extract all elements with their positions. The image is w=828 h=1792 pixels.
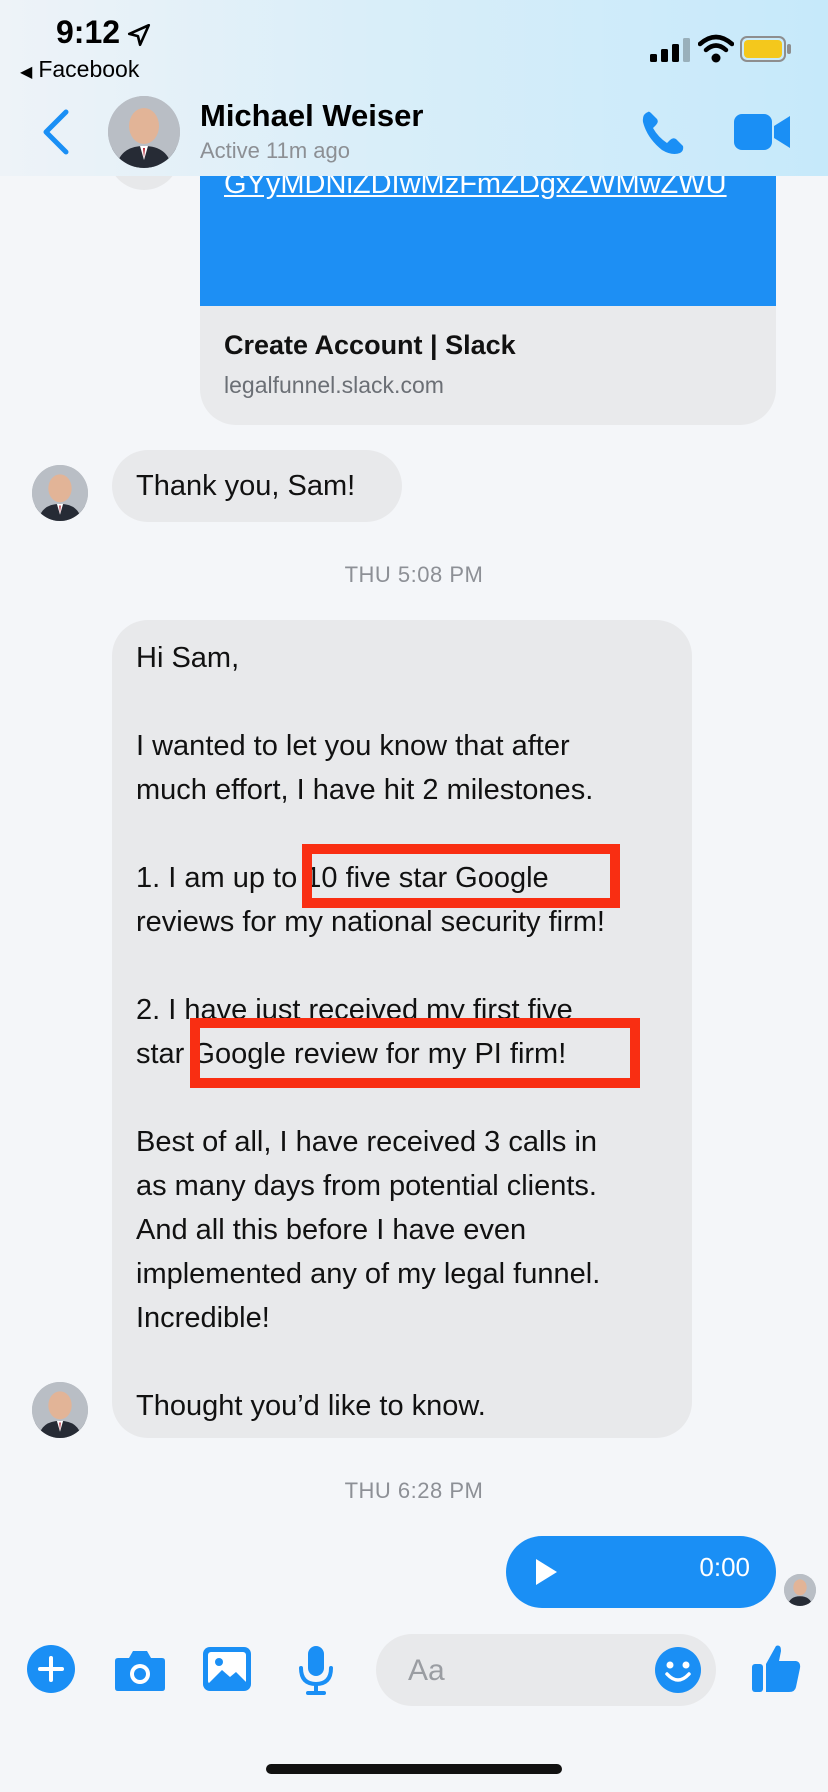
back-app-label: Facebook: [38, 56, 140, 82]
message-line: Best of all, I have received 3 calls in: [136, 1126, 598, 1158]
thumbs-up-icon[interactable]: [750, 1642, 802, 1694]
message-line: I wanted to let you know that after: [136, 730, 570, 762]
message-line: implemented any of my legal funnel.: [136, 1258, 601, 1290]
emoji-icon[interactable]: [654, 1646, 702, 1694]
video-camera-icon[interactable]: [732, 110, 792, 154]
seen-indicator-avatar: [784, 1574, 816, 1606]
home-indicator[interactable]: [266, 1764, 562, 1774]
message-bubble[interactable]: Thank you, Sam!: [112, 450, 402, 522]
voice-duration: 0:00: [699, 1552, 750, 1582]
contact-avatar[interactable]: [32, 1382, 88, 1438]
contact-avatar[interactable]: [32, 465, 88, 521]
microphone-icon[interactable]: [296, 1644, 336, 1696]
message-line: And all this before I have even: [136, 1214, 527, 1246]
timestamp: THU 5:08 PM: [344, 562, 484, 587]
gallery-icon[interactable]: [202, 1646, 252, 1692]
contact-avatar[interactable]: [108, 96, 180, 168]
cellular-signal-icon: [650, 38, 690, 62]
highlight-box-google-reviews: [302, 844, 620, 908]
contact-name: Michael Weiser: [200, 98, 424, 133]
message-line: Hi Sam,: [136, 642, 240, 674]
voice-message-bubble[interactable]: 0:00: [506, 1536, 776, 1608]
highlight-box-pi-firm-review: [190, 1018, 640, 1088]
add-icon[interactable]: [26, 1644, 76, 1694]
chat-header: Michael Weiser Active 11m ago: [0, 88, 828, 176]
link-preview-card[interactable]: DQ2OWJjY2FlYmU5YzcwNDU2OGQ5OGYyMDNiZDIwM…: [200, 140, 776, 425]
wifi-icon: [698, 34, 734, 63]
message-line: as many days from potential clients.: [136, 1170, 597, 1202]
play-icon[interactable]: [532, 1556, 560, 1588]
camera-icon[interactable]: [114, 1648, 166, 1692]
message-composer[interactable]: [376, 1634, 716, 1706]
message-input[interactable]: [406, 1648, 630, 1694]
status-bar: 9:12 ◀ Facebook Michael Weiser Active 11…: [0, 0, 828, 176]
back-to-app-link[interactable]: ◀ Facebook: [20, 56, 139, 83]
message-line: Thought you’d like to know.: [136, 1390, 486, 1422]
phone-icon[interactable]: [638, 108, 688, 158]
message-line: much effort, I have hit 2 milestones.: [136, 774, 594, 806]
link-title: Create Account | Slack: [224, 330, 516, 360]
link-domain: legalfunnel.slack.com: [224, 372, 444, 398]
contact-active-status: Active 11m ago: [200, 138, 351, 163]
message-text: Thank you, Sam!: [136, 470, 356, 502]
battery-icon: [740, 36, 791, 62]
back-triangle-icon: ◀: [20, 64, 33, 81]
back-chevron-icon[interactable]: [40, 108, 72, 156]
status-time: 9:12: [56, 14, 121, 50]
message-line: Incredible!: [136, 1302, 270, 1334]
location-arrow-icon: [127, 23, 151, 47]
timestamp: THU 6:28 PM: [344, 1478, 484, 1503]
